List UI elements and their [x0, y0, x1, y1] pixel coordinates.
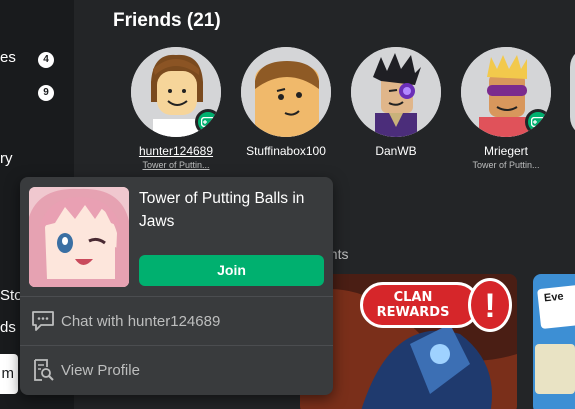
chat-icon — [30, 308, 56, 334]
anime-girl-image — [29, 187, 129, 287]
avatar[interactable] — [351, 47, 441, 137]
friends-count-badge: 9 — [38, 85, 54, 101]
friend-game[interactable]: Tower of Puttin... — [126, 160, 226, 170]
sidebar-item-label: es — [0, 49, 16, 66]
friend-name[interactable]: Mriegert — [456, 144, 556, 158]
sidebar-premium-button[interactable]: m — [0, 354, 18, 394]
alert-icon: ! — [468, 278, 512, 332]
sidebar-item-ads[interactable]: ds — [0, 319, 16, 336]
game-thumbnail[interactable] — [29, 187, 129, 287]
chat-label: Chat with hunter124689 — [61, 312, 221, 330]
divider — [20, 345, 333, 346]
friend-game-popup: Tower of Putting Balls in Jaws Join Chat… — [20, 177, 333, 395]
sidebar-item-label: ds — [0, 319, 16, 336]
avatar[interactable] — [131, 47, 221, 137]
friend-name[interactable]: hunter124689 — [126, 144, 226, 158]
friend-name[interactable]: Stuffinabox100 — [236, 144, 336, 158]
friend-tile-danwb[interactable]: DanWB — [346, 47, 446, 160]
online-status-badge — [195, 109, 221, 135]
join-button[interactable]: Join — [139, 255, 324, 286]
divider — [20, 296, 333, 297]
messages-count-badge: 4 — [38, 52, 54, 68]
sidebar-item-messages[interactable]: es — [0, 49, 16, 66]
clan-rewards-line1: CLAN — [393, 290, 433, 305]
card-graphic: Eve — [537, 282, 575, 330]
avatar-image — [241, 47, 331, 137]
view-profile-button[interactable]: View Profile — [30, 355, 330, 385]
friend-name[interactable]: DanWB — [346, 144, 446, 158]
sidebar-item-label: ry — [0, 150, 13, 167]
friends-section-title[interactable]: Friends (21) — [113, 10, 221, 32]
chat-with-friend-button[interactable]: Chat with hunter124689 — [30, 306, 330, 336]
friend-tile-stuffinabox100[interactable]: Stuffinabox100 — [236, 47, 336, 160]
clan-rewards-line2: REWARDS — [376, 305, 450, 320]
game-card-partial[interactable]: Eve — [533, 274, 575, 409]
game-title[interactable]: Tower of Putting Balls in Jaws — [139, 187, 325, 233]
avatar[interactable] — [570, 47, 575, 137]
friend-game[interactable]: Tower of Puttin... — [456, 160, 556, 170]
avatar-image — [351, 47, 441, 137]
profile-search-icon — [30, 357, 56, 383]
view-profile-label: View Profile — [61, 361, 140, 379]
clan-rewards-banner: CLAN REWARDS — [360, 282, 480, 328]
online-status-badge — [525, 109, 551, 135]
gamepad-icon — [201, 117, 215, 127]
friend-tile-hunter124689[interactable]: hunter124689 Tower of Puttin... — [126, 47, 226, 170]
card-graphic — [535, 344, 575, 394]
sidebar-item-inventory[interactable]: ry — [0, 150, 13, 167]
friend-tile-mriegert[interactable]: Mriegert Tower of Puttin... — [456, 47, 556, 170]
avatar[interactable] — [461, 47, 551, 137]
card-partial-label: Eve — [543, 290, 565, 305]
avatar[interactable] — [241, 47, 331, 137]
gamepad-icon — [531, 117, 545, 127]
